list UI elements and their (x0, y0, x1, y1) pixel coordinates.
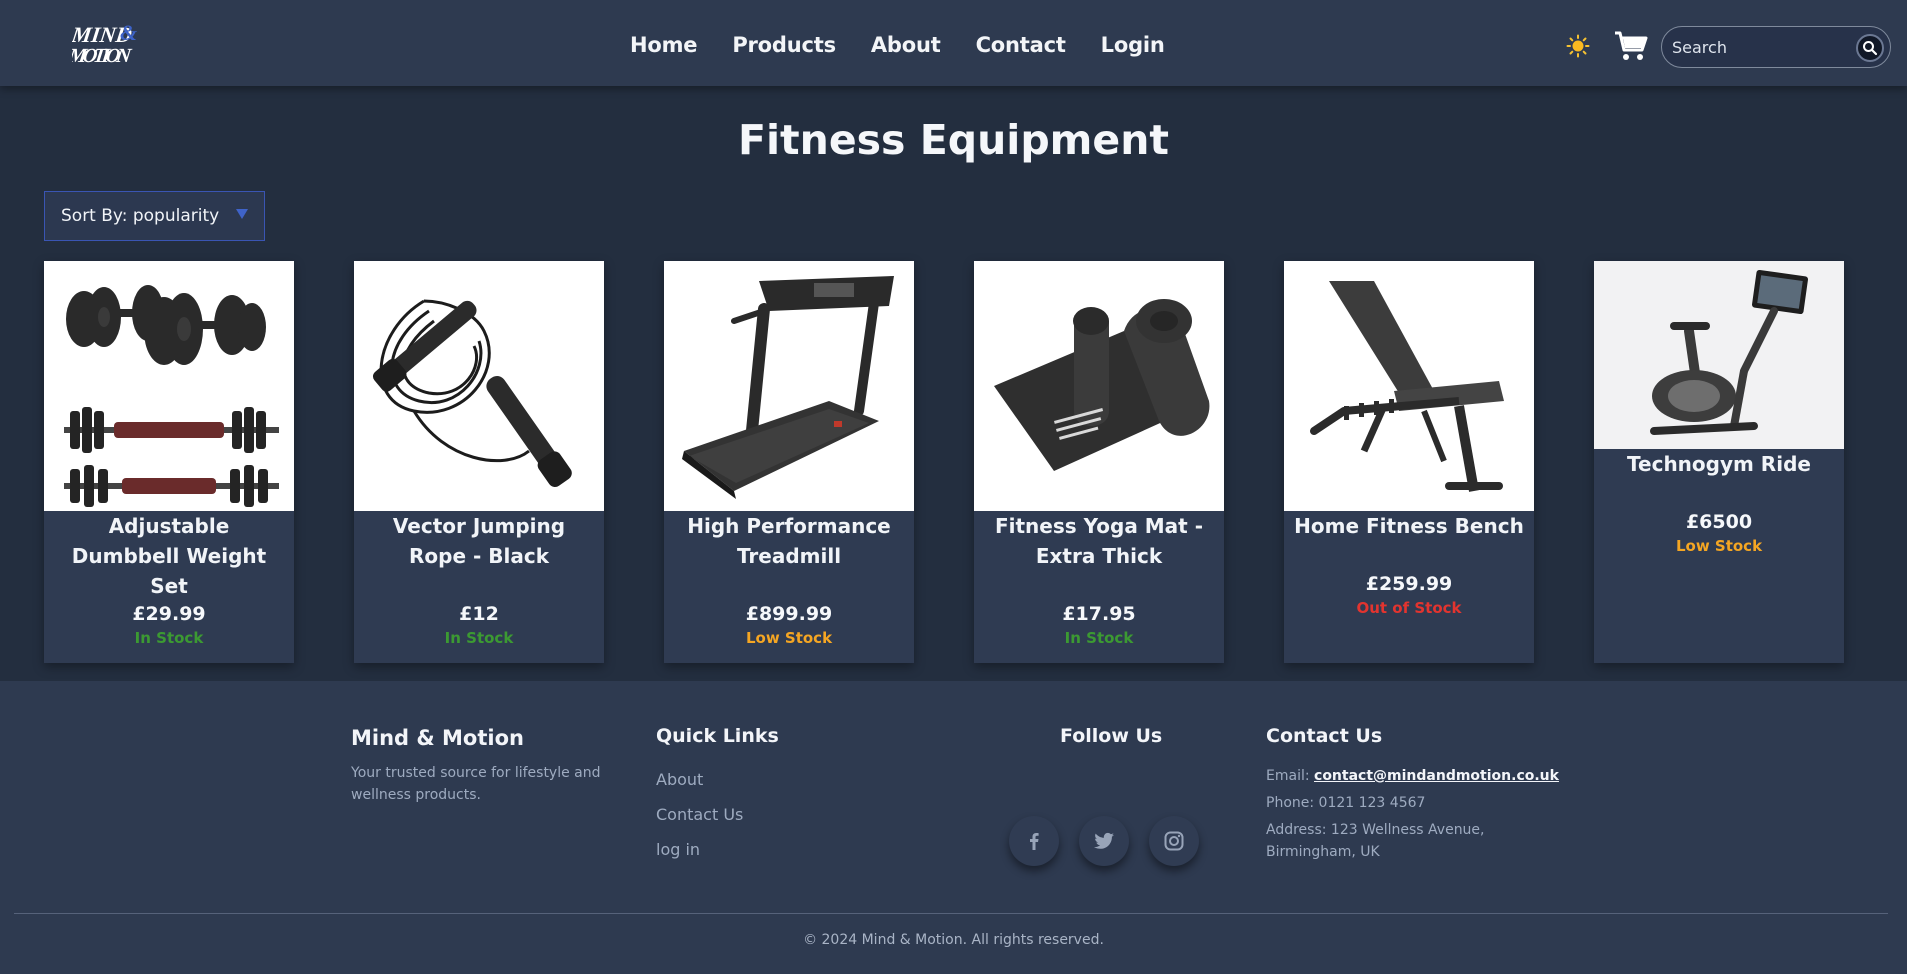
search-box (1661, 26, 1891, 68)
quick-links-title: Quick Links (656, 725, 779, 747)
product-name[interactable]: High Performance Treadmill (672, 511, 906, 571)
product-price: £259.99 (1365, 573, 1453, 595)
site-logo[interactable]: MIND & MOTION (72, 20, 142, 66)
facebook-icon (1030, 833, 1039, 850)
product-name[interactable]: Technogym Ride (1602, 449, 1836, 479)
logo-text-bottom: MOTION (72, 45, 134, 66)
footer-quick-links: Quick Links About Contact Us log in (656, 725, 779, 861)
email-label: Email: (1266, 768, 1315, 784)
product-image-dumbbells[interactable] (44, 261, 294, 511)
footer-divider (14, 913, 1888, 914)
product-name[interactable]: Vector Jumping Rope - Black (362, 511, 596, 571)
sun-icon[interactable] (1566, 34, 1590, 58)
copyright: © 2024 Mind & Motion. All rights reserve… (803, 932, 1104, 948)
page-title: Fitness Equipment (737, 116, 1169, 164)
stock-status: In Stock (444, 629, 514, 647)
product-price: £17.95 (1062, 603, 1136, 625)
footer-contact: Contact Us Email: contact@mindandmotion.… (1266, 725, 1566, 863)
footer-link-contact[interactable]: Contact Us (656, 804, 779, 826)
facebook-button[interactable] (1009, 816, 1059, 866)
product-name[interactable]: Adjustable Dumbbell Weight Set (52, 511, 286, 601)
product-grid: Adjustable Dumbbell Weight Set £29.99 In… (44, 261, 1846, 663)
instagram-button[interactable] (1149, 816, 1199, 866)
nav-login[interactable]: Login (1101, 33, 1165, 57)
product-price: £899.99 (745, 603, 833, 625)
twitter-icon (1094, 832, 1114, 849)
search-button[interactable] (1856, 34, 1884, 62)
stock-status: Low Stock (745, 629, 833, 647)
chevron-down-icon (236, 209, 248, 219)
search-icon (1863, 41, 1878, 56)
product-image-treadmill[interactable] (664, 261, 914, 511)
stock-status: Out of Stock (1356, 599, 1462, 617)
contact-title: Contact Us (1266, 725, 1383, 747)
product-image-yoga-mat[interactable] (974, 261, 1224, 511)
sort-selected-value: Sort By: popularity (61, 206, 220, 226)
product-card[interactable]: Technogym Ride £6500 Low Stock (1594, 261, 1844, 663)
stock-status: In Stock (1064, 629, 1134, 647)
sort-dropdown[interactable]: Sort By: popularity (44, 191, 265, 241)
nav-contact[interactable]: Contact (976, 33, 1066, 57)
cart-icon[interactable] (1614, 30, 1648, 62)
nav-home[interactable]: Home (630, 33, 698, 57)
product-card[interactable]: High Performance Treadmill £899.99 Low S… (664, 261, 914, 663)
footer-brand-title: Mind & Motion (351, 726, 524, 750)
footer-link-login[interactable]: log in (656, 839, 779, 861)
product-price: £12 (459, 603, 499, 625)
product-card[interactable]: Adjustable Dumbbell Weight Set £29.99 In… (44, 261, 294, 663)
product-card[interactable]: Fitness Yoga Mat - Extra Thick £17.95 In… (974, 261, 1224, 663)
footer-follow: Follow Us (1060, 725, 1162, 747)
contact-email-link[interactable]: contact@mindandmotion.co.uk (1314, 768, 1559, 784)
site-footer: Mind & Motion Your trusted source for li… (0, 681, 1907, 974)
product-price: £6500 (1685, 511, 1753, 533)
nav-products[interactable]: Products (732, 33, 836, 57)
follow-title: Follow Us (1060, 725, 1163, 747)
main-nav: Home Products About Contact Login (630, 33, 1165, 57)
nav-about[interactable]: About (871, 33, 941, 57)
instagram-icon (1164, 831, 1184, 851)
product-image-bench[interactable] (1284, 261, 1534, 511)
contact-email-row: Email: contact@mindandmotion.co.uk (1266, 765, 1566, 787)
product-name[interactable]: Fitness Yoga Mat - Extra Thick (982, 511, 1216, 571)
twitter-button[interactable] (1079, 816, 1129, 866)
product-image-technogym-ride[interactable] (1594, 261, 1844, 449)
site-header: MIND & MOTION Home Products About Contac… (0, 0, 1907, 86)
product-card[interactable]: Home Fitness Bench £259.99 Out of Stock (1284, 261, 1534, 663)
footer-tagline: Your trusted source for lifestyle and we… (351, 765, 601, 803)
footer-brand: Mind & Motion Your trusted source for li… (351, 726, 641, 806)
footer-link-about[interactable]: About (656, 769, 779, 791)
stock-status: In Stock (134, 629, 204, 647)
product-price: £29.99 (132, 603, 206, 625)
product-card[interactable]: Vector Jumping Rope - Black £12 In Stock (354, 261, 604, 663)
stock-status: Low Stock (1675, 537, 1763, 555)
product-image-jump-rope[interactable] (354, 261, 604, 511)
contact-address: Address: 123 Wellness Avenue, Birmingham… (1266, 822, 1485, 860)
search-input[interactable] (1672, 27, 1842, 67)
contact-phone: Phone: 0121 123 4567 (1266, 795, 1426, 811)
logo-text-amp: & (120, 20, 137, 45)
product-name[interactable]: Home Fitness Bench (1292, 511, 1526, 541)
